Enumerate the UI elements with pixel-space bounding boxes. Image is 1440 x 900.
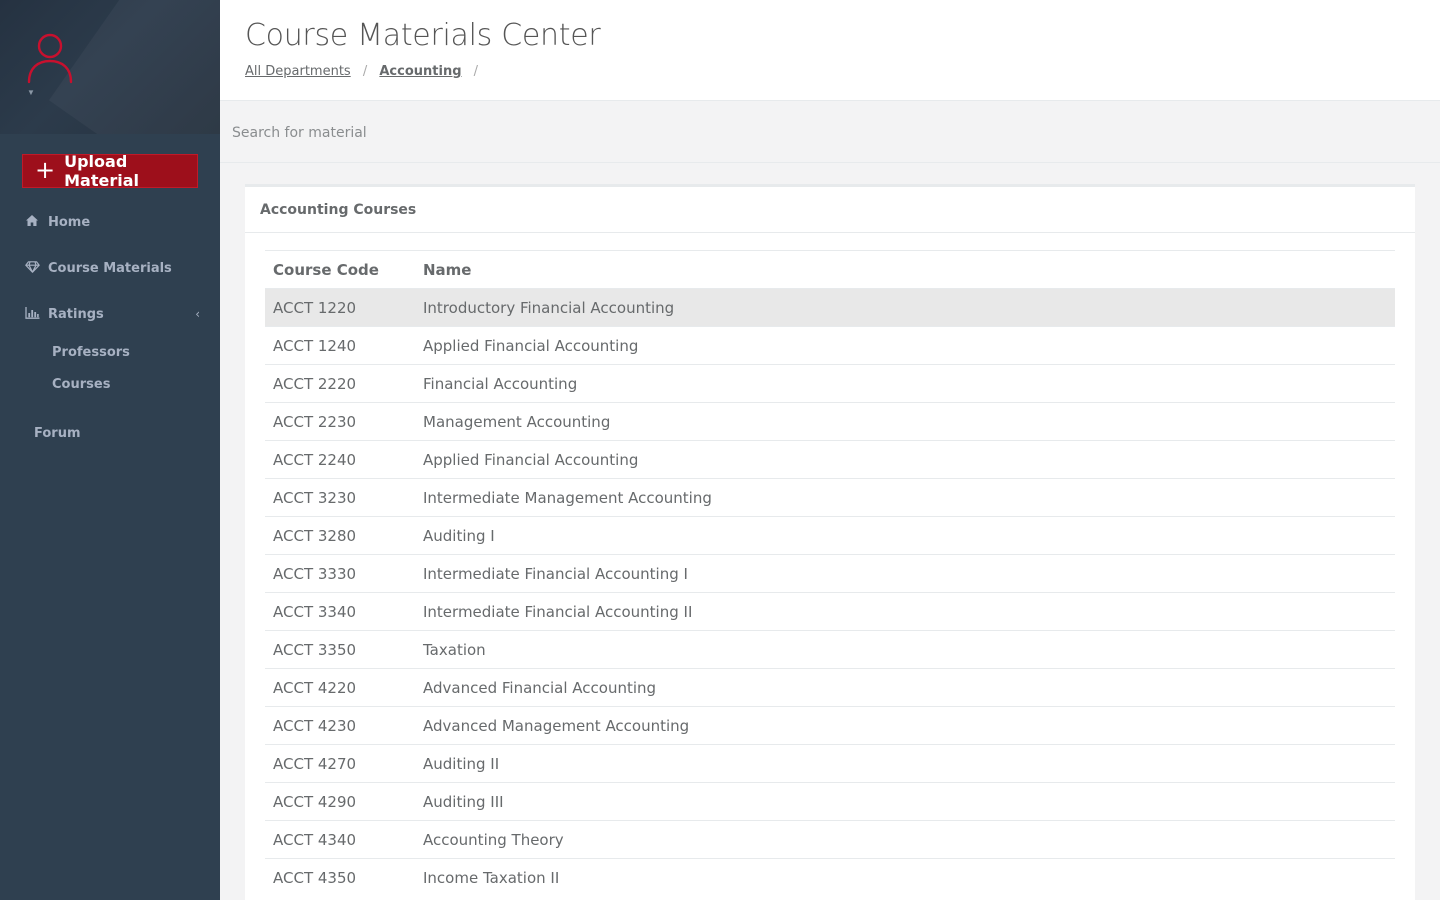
sidebar-item-professors[interactable]: Professors xyxy=(52,345,130,360)
table-row[interactable]: ACCT 3350 Taxation xyxy=(265,630,1395,669)
bar-chart-icon xyxy=(24,306,40,322)
profile-dropdown-caret-icon[interactable]: ▼ xyxy=(27,88,35,97)
course-name-cell: Intermediate Management Accounting xyxy=(415,478,1395,517)
upload-material-label: Upload Material xyxy=(64,152,139,190)
course-name-cell: Auditing III xyxy=(415,782,1395,821)
page-title: Course Materials Center xyxy=(245,18,601,53)
course-code-cell: ACCT 2220 xyxy=(265,364,415,403)
course-name-cell: Intermediate Financial Accounting II xyxy=(415,592,1395,631)
course-code-cell: ACCT 4270 xyxy=(265,744,415,783)
course-code-cell: ACCT 4230 xyxy=(265,706,415,745)
courses-panel: Accounting Courses Course Code Name ACCT… xyxy=(245,184,1415,900)
table-row[interactable]: ACCT 2230 Management Accounting xyxy=(265,402,1395,441)
courses-table: Course Code Name ACCT 1220 Introductory F… xyxy=(265,250,1395,897)
course-code-cell: ACCT 4220 xyxy=(265,668,415,707)
user-icon[interactable] xyxy=(26,30,74,86)
course-name-cell: Auditing II xyxy=(415,744,1395,783)
course-name-cell: Taxation xyxy=(415,630,1395,669)
course-name-cell: Applied Financial Accounting xyxy=(415,326,1395,365)
profile-background-shape xyxy=(48,0,220,134)
table-row[interactable]: ACCT 2220 Financial Accounting xyxy=(265,364,1395,403)
course-code-cell: ACCT 3230 xyxy=(265,478,415,517)
breadcrumb: All Departments / Accounting / xyxy=(245,64,486,79)
home-icon xyxy=(24,215,40,229)
course-name-cell: Applied Financial Accounting xyxy=(415,440,1395,479)
sidebar-item-label: Course Materials xyxy=(48,260,172,276)
sidebar-item-course-materials[interactable]: Course Materials xyxy=(0,256,220,280)
table-row[interactable]: ACCT 1220 Introductory Financial Accounti… xyxy=(265,288,1395,327)
table-row[interactable]: ACCT 3230 Intermediate Management Account… xyxy=(265,478,1395,517)
table-row[interactable]: ACCT 4270 Auditing II xyxy=(265,744,1395,783)
sidebar-item-home[interactable]: Home xyxy=(0,210,220,234)
sidebar-item-label: Home xyxy=(48,214,91,230)
breadcrumb-separator: / xyxy=(473,64,479,79)
course-code-cell: ACCT 3350 xyxy=(265,630,415,669)
sidebar-item-forum[interactable]: Forum xyxy=(34,426,81,441)
table-row[interactable]: ACCT 4220 Advanced Financial Accounting xyxy=(265,668,1395,707)
course-code-cell: ACCT 4340 xyxy=(265,820,415,859)
course-name-cell: Auditing I xyxy=(415,516,1395,555)
course-code-cell: ACCT 2230 xyxy=(265,402,415,441)
sidebar-item-courses[interactable]: Courses xyxy=(52,377,110,392)
column-header-course-code[interactable]: Course Code xyxy=(265,250,415,289)
panel-title: Accounting Courses xyxy=(245,187,1415,233)
course-name-cell: Accounting Theory xyxy=(415,820,1395,859)
breadcrumb-separator: / xyxy=(362,64,368,79)
sidebar: ▼ + Upload Material Home Course Material… xyxy=(0,0,220,900)
course-code-cell: ACCT 2240 xyxy=(265,440,415,479)
course-name-cell: Financial Accounting xyxy=(415,364,1395,403)
courses-table-wrapper: Course Code Name ACCT 1220 Introductory F… xyxy=(265,250,1395,897)
search-bar xyxy=(220,102,1440,163)
profile-area: ▼ xyxy=(0,0,220,134)
breadcrumb-all-departments[interactable]: All Departments xyxy=(245,64,351,79)
course-code-cell: ACCT 1220 xyxy=(265,288,415,327)
course-name-cell: Management Accounting xyxy=(415,402,1395,441)
course-code-cell: ACCT 4290 xyxy=(265,782,415,821)
table-header-row: Course Code Name xyxy=(265,250,1395,289)
table-row[interactable]: ACCT 4290 Auditing III xyxy=(265,782,1395,821)
course-code-cell: ACCT 4350 xyxy=(265,858,415,897)
table-row[interactable]: ACCT 3330 Intermediate Financial Accounti… xyxy=(265,554,1395,593)
course-name-cell: Advanced Financial Accounting xyxy=(415,668,1395,707)
column-header-name[interactable]: Name xyxy=(415,250,1395,289)
chevron-left-icon[interactable]: ‹ xyxy=(195,307,200,321)
course-code-cell: ACCT 3340 xyxy=(265,592,415,631)
table-row[interactable]: ACCT 1240 Applied Financial Accounting xyxy=(265,326,1395,365)
course-name-cell: Intermediate Financial Accounting I xyxy=(415,554,1395,593)
page-header: Course Materials Center All Departments … xyxy=(220,0,1440,101)
table-row[interactable]: ACCT 4230 Advanced Management Accounting xyxy=(265,706,1395,745)
search-input[interactable] xyxy=(232,121,832,145)
table-row[interactable]: ACCT 4350 Income Taxation II xyxy=(265,858,1395,897)
table-row[interactable]: ACCT 3340 Intermediate Financial Accounti… xyxy=(265,592,1395,631)
table-row[interactable]: ACCT 2240 Applied Financial Accounting xyxy=(265,440,1395,479)
course-name-cell: Introductory Financial Accounting xyxy=(415,288,1395,327)
sidebar-item-label: Ratings xyxy=(48,306,104,322)
course-name-cell: Income Taxation II xyxy=(415,858,1395,897)
diamond-icon xyxy=(24,260,40,276)
course-code-cell: ACCT 1240 xyxy=(265,326,415,365)
table-row[interactable]: ACCT 3280 Auditing I xyxy=(265,516,1395,555)
sidebar-item-ratings[interactable]: Ratings ‹ xyxy=(0,302,220,326)
course-name-cell: Advanced Management Accounting xyxy=(415,706,1395,745)
course-code-cell: ACCT 3330 xyxy=(265,554,415,593)
course-code-cell: ACCT 3280 xyxy=(265,516,415,555)
table-row[interactable]: ACCT 4340 Accounting Theory xyxy=(265,820,1395,859)
upload-material-button[interactable]: + Upload Material xyxy=(22,152,198,190)
breadcrumb-accounting[interactable]: Accounting xyxy=(379,64,461,79)
plus-icon: + xyxy=(35,156,56,184)
